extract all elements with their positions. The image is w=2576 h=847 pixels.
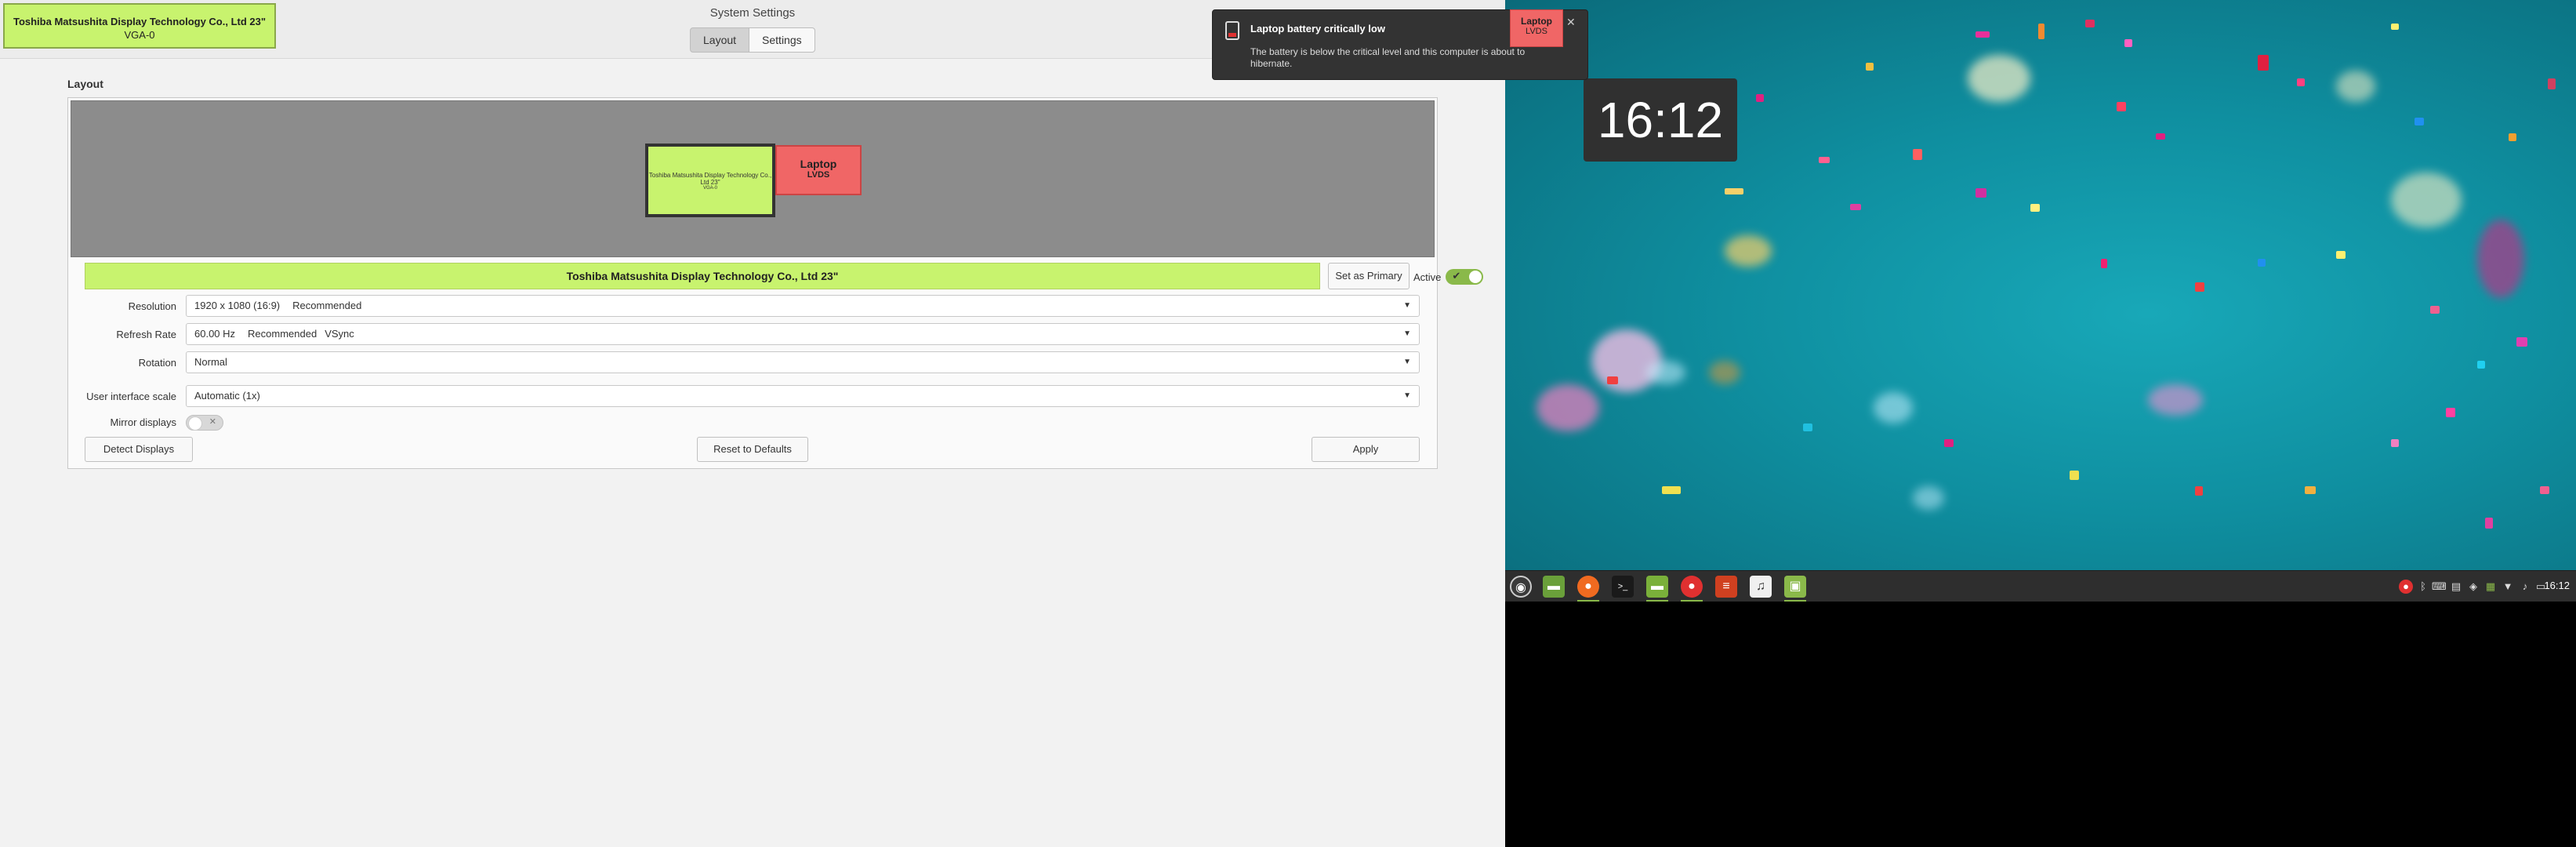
layout-panel: Toshiba Matsushita Display Technology Co… [67, 97, 1484, 469]
chevron-down-icon: ▼ [1403, 329, 1411, 338]
monitor-identify-overlay: Toshiba Matsushita Display Technology Co… [3, 3, 276, 49]
monitor-tile-connector: LVDS [807, 170, 830, 180]
selected-monitor-header: Toshiba Matsushita Display Technology Co… [85, 263, 1320, 289]
volume-icon[interactable]: ♪ [2518, 580, 2532, 594]
network-icon[interactable]: ▼ [2501, 580, 2515, 594]
check-icon: ✔ [1452, 270, 1461, 282]
layout-section-label: Layout [67, 78, 103, 90]
active-toggle[interactable]: ✔ [1446, 269, 1484, 285]
identify-monitor-name: Toshiba Matsushita Display Technology Co… [13, 16, 267, 27]
detect-displays-button[interactable]: Detect Displays [85, 437, 193, 462]
mirror-displays-label: Mirror displays [110, 416, 176, 428]
rotation-label: Rotation [138, 357, 176, 369]
taskbar: ◉ ▬ ● >_ ▬ ● ≡ ♫ ▣ ● ᛒ ⌨ ▤ ◈ ▦ ▼ ♪ ▭ 16:… [1505, 570, 2576, 602]
apply-button[interactable]: Apply [1312, 437, 1420, 462]
identify-monitor-name: Laptop [1521, 16, 1552, 27]
resolution-value: 1920 x 1080 (16:9) [194, 300, 281, 311]
rotation-value: Normal [194, 356, 227, 368]
resolution-recommended: Recommended [292, 300, 362, 311]
refresh-rate-value: 60.00 Hz [194, 328, 236, 340]
rotation-dropdown[interactable]: Normal ▼ [186, 351, 1420, 373]
resolution-dropdown[interactable]: 1920 x 1080 (16:9) Recommended ▼ [186, 295, 1420, 317]
screen: System Settings Layout Settings Toshiba … [0, 0, 2576, 847]
files-icon[interactable]: ▬ [1646, 576, 1668, 598]
display-settings-icon[interactable]: ▣ [1784, 576, 1806, 598]
set-as-primary-button[interactable]: Set as Primary [1328, 263, 1410, 289]
ui-scale-dropdown[interactable]: Automatic (1x) ▼ [186, 385, 1420, 407]
reset-to-defaults-button[interactable]: Reset to Defaults [697, 437, 808, 462]
view-switcher: Layout Settings [690, 27, 815, 53]
chevron-down-icon: ▼ [1403, 358, 1411, 366]
refresh-rate-recommended: Recommended [248, 328, 317, 340]
toggle-off-icon: ✕ [209, 417, 216, 427]
menu-icon[interactable]: ◉ [1510, 576, 1532, 598]
terminal-icon[interactable]: >_ [1612, 576, 1634, 598]
tab-settings[interactable]: Settings [749, 27, 815, 53]
battery-low-icon [1225, 21, 1239, 40]
mirror-displays-toggle[interactable]: ✕ [186, 415, 223, 431]
laptop-identify-overlay: Laptop LVDS [1510, 9, 1563, 47]
resolution-label: Resolution [128, 300, 176, 312]
text-editor-icon[interactable]: ≡ [1715, 576, 1737, 598]
keyboard-icon[interactable]: ⌨ [2432, 580, 2447, 594]
refresh-rate-vsync: VSync [325, 328, 354, 340]
app-red-icon[interactable]: ● [1681, 576, 1703, 598]
music-icon[interactable]: ♫ [1750, 576, 1772, 598]
tab-layout[interactable]: Layout [690, 27, 750, 53]
chevron-down-icon: ▼ [1403, 301, 1411, 310]
monitor-arrangement-preview[interactable]: Toshiba Matsushita Display Technology Co… [71, 100, 1435, 257]
show-desktop-icon[interactable]: ▬ [1543, 576, 1565, 598]
system-settings-window: System Settings Layout Settings Toshiba … [0, 0, 1505, 847]
monitor-tile-name: Laptop [800, 158, 837, 170]
shield-icon[interactable]: ◈ [2466, 580, 2480, 594]
chevron-down-icon: ▼ [1403, 391, 1411, 400]
notifications-icon[interactable]: ▦ [2483, 580, 2498, 594]
bluetooth-icon[interactable]: ᛒ [2416, 580, 2430, 594]
notification-title: Laptop battery critically low [1250, 23, 1385, 35]
taskbar-clock[interactable]: 16:12 [2544, 580, 2570, 591]
monitor-tile-connector: VGA-0 [702, 186, 717, 191]
refresh-rate-dropdown[interactable]: 60.00 Hz Recommended VSync ▼ [186, 323, 1420, 345]
monitor-tile-name: Toshiba Matsushita Display Technology Co… [648, 172, 772, 186]
firefox-icon[interactable]: ● [1577, 576, 1599, 598]
active-label: Active [1413, 271, 1442, 283]
ui-scale-label: User interface scale [86, 391, 176, 402]
monitor-tile-laptop[interactable]: Laptop LVDS [775, 145, 862, 195]
clipboard-icon[interactable]: ▤ [2449, 580, 2463, 594]
desktop-wallpaper: 16:12 [1505, 0, 2576, 570]
identify-monitor-connector: LVDS [1526, 27, 1547, 36]
ui-scale-value: Automatic (1x) [194, 390, 260, 402]
close-icon[interactable]: ✕ [1566, 16, 1576, 29]
update-icon[interactable]: ● [2399, 580, 2413, 594]
notification-body: The battery is below the critical level … [1250, 46, 1526, 69]
desktop-clock-widget: 16:12 [1584, 78, 1737, 162]
identify-monitor-connector: VGA-0 [124, 29, 155, 41]
active-control: Active ✔ [1413, 269, 1484, 285]
empty-screen-area [1505, 602, 2576, 847]
refresh-rate-label: Refresh Rate [116, 329, 176, 340]
monitor-tile-primary[interactable]: Toshiba Matsushita Display Technology Co… [645, 144, 775, 217]
